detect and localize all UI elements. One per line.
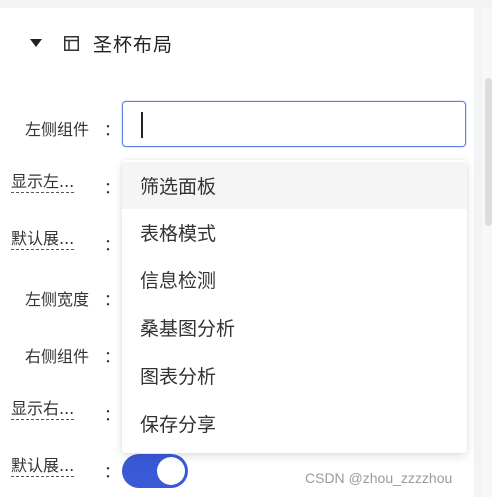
label-show-left[interactable]: 显示左... xyxy=(11,173,75,193)
dropdown-option[interactable]: 表格模式 xyxy=(122,209,467,256)
label-colon: ： xyxy=(104,347,121,366)
label-colon: ： xyxy=(104,290,121,309)
toggle-knob xyxy=(157,457,185,485)
dropdown-option[interactable]: 保存分享 xyxy=(122,400,467,447)
text-cursor xyxy=(141,112,143,138)
left-component-select[interactable] xyxy=(122,101,466,147)
label-colon: ： xyxy=(104,178,121,197)
label-left-width: 左侧宽度 xyxy=(25,290,90,309)
label-colon: ： xyxy=(104,120,121,139)
dropdown-option[interactable]: 图表分析 xyxy=(122,352,467,399)
label-left-component: 左侧组件 xyxy=(25,120,90,139)
dropdown-option[interactable]: 桑基图分析 xyxy=(122,304,467,351)
section-header[interactable]: 圣杯布局 xyxy=(30,30,173,56)
dropdown-option[interactable]: 信息检测 xyxy=(122,256,467,303)
scrollbar-thumb[interactable] xyxy=(485,78,492,226)
section-title: 圣杯布局 xyxy=(93,33,174,56)
label-colon: ： xyxy=(104,405,121,424)
default-expand-toggle[interactable] xyxy=(122,454,188,488)
label-colon: ： xyxy=(104,462,121,481)
dropdown-option[interactable]: 筛选面板 xyxy=(122,162,467,209)
label-default-expand-left[interactable]: 默认展... xyxy=(11,230,75,250)
component-dropdown-menu: 筛选面板 表格模式 信息检测 桑基图分析 图表分析 保存分享 xyxy=(122,160,467,453)
watermark: CSDN @zhou_zzzzhou xyxy=(305,470,453,486)
label-show-right[interactable]: 显示右... xyxy=(11,400,75,420)
label-right-component: 右侧组件 xyxy=(25,347,90,366)
layout-icon xyxy=(64,35,79,51)
collapse-caret-icon[interactable] xyxy=(30,39,42,47)
label-colon: ： xyxy=(104,235,121,254)
label-default-expand-right[interactable]: 默认展... xyxy=(11,457,75,477)
